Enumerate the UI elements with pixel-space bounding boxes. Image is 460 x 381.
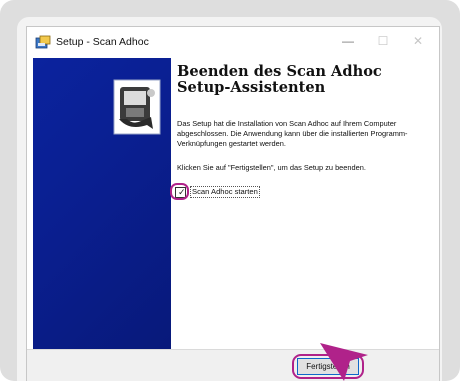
checkbox-label[interactable]: Scan Adhoc starten	[190, 186, 260, 198]
setup-app-icon	[35, 35, 51, 49]
setup-window: Setup - Scan Adhoc — ☐ ✕ Beenden des Sca…	[26, 26, 440, 381]
close-button[interactable]: ✕	[407, 33, 429, 49]
maximize-button[interactable]: ☐	[372, 33, 394, 49]
installer-logo-icon	[113, 79, 161, 135]
launch-app-checkbox[interactable]: ✓ Scan Adhoc starten	[170, 183, 260, 200]
wizard-footer: Fertigstellen	[27, 350, 439, 381]
title-bar[interactable]: Setup - Scan Adhoc — ☐ ✕	[27, 27, 439, 57]
wizard-side-banner	[33, 58, 171, 349]
page-heading: Beenden des Scan Adhoc Setup-Assistenten	[177, 63, 382, 96]
finish-instruction: Klicken Sie auf "Fertigstellen", um das …	[177, 163, 366, 172]
window-title: Setup - Scan Adhoc	[56, 36, 149, 48]
checkbox-highlight-ring	[170, 183, 189, 200]
completion-message: Das Setup hat die Installation von Scan …	[177, 119, 408, 148]
minimize-button[interactable]: —	[337, 33, 359, 49]
pointer-arrow-icon	[320, 343, 368, 381]
wizard-content: Beenden des Scan Adhoc Setup-Assistenten…	[170, 62, 437, 342]
